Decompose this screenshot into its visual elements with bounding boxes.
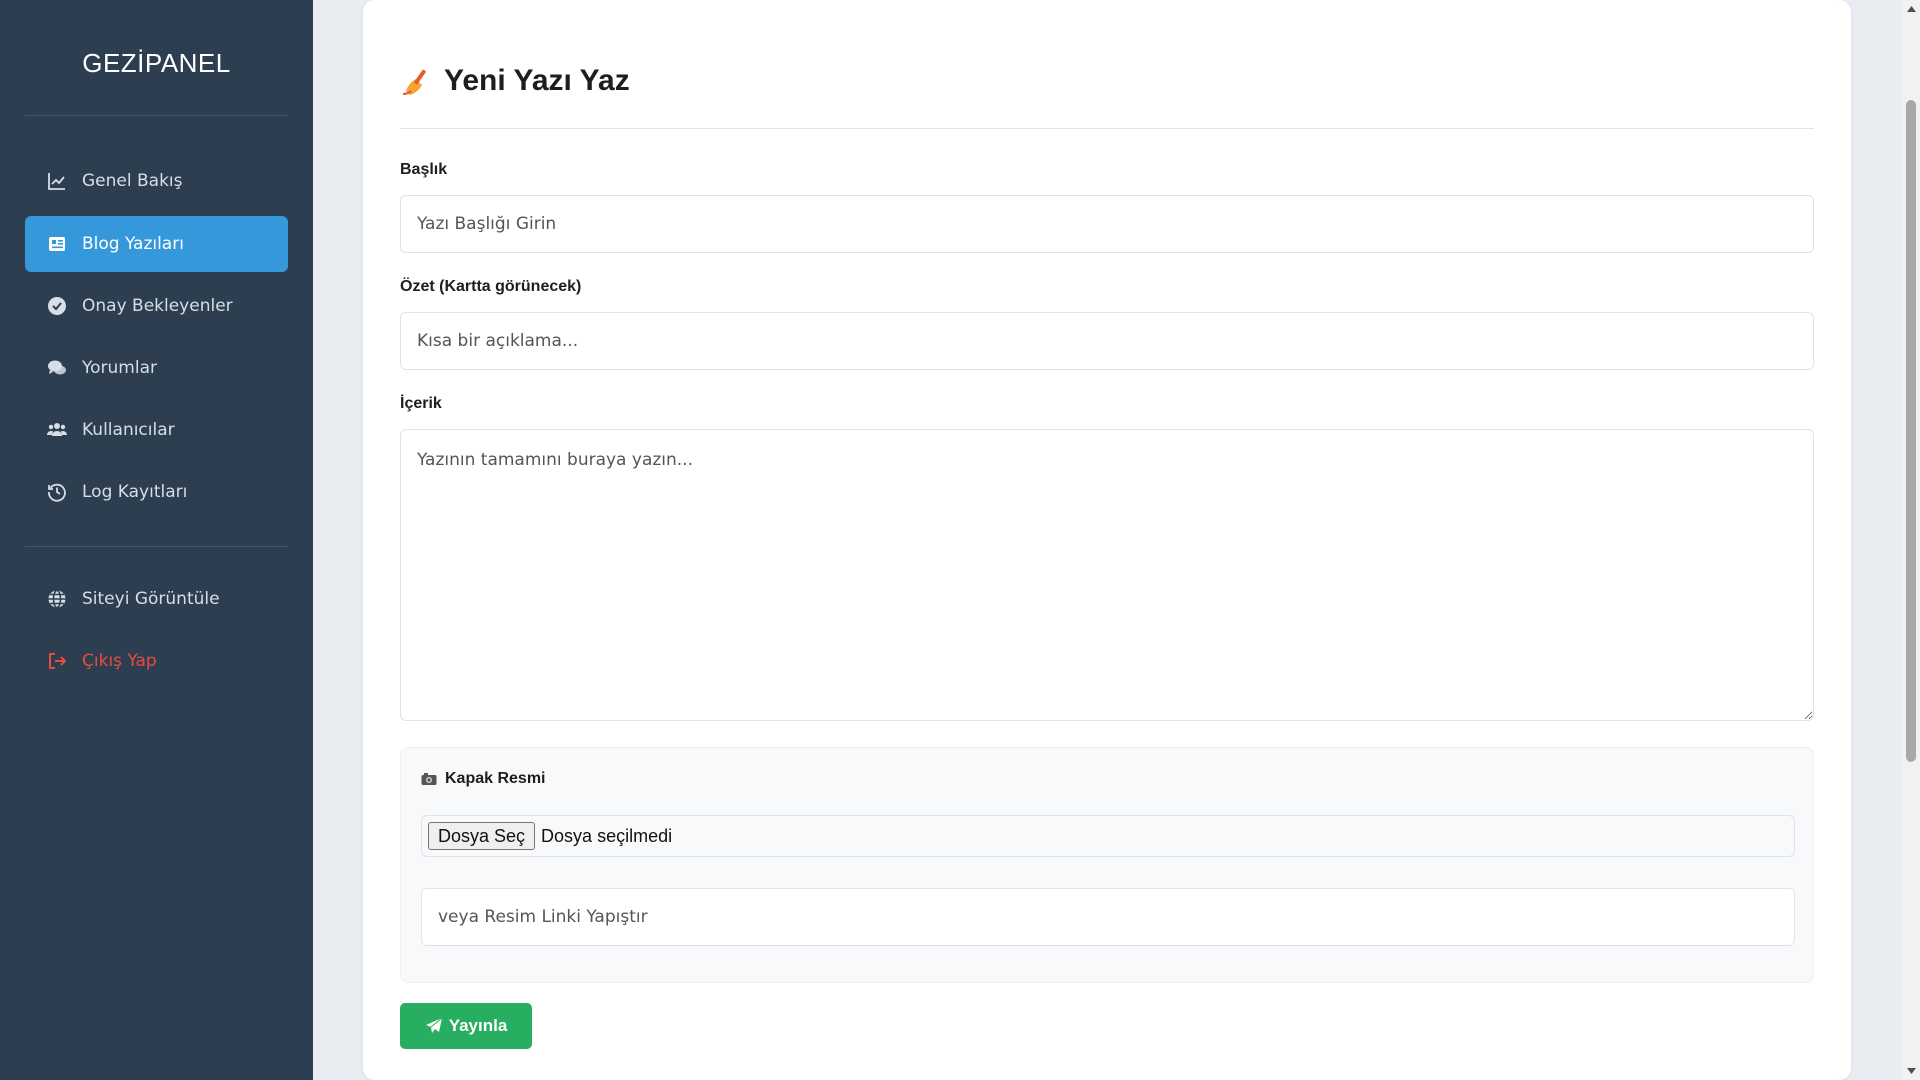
content-label: İçerik xyxy=(400,395,442,412)
summary-label: Özet (Kartta görünecek) xyxy=(400,278,582,295)
page-title-text: Yeni Yazı Yaz xyxy=(444,64,630,97)
sidebar-item-label: Çıkış Yap xyxy=(82,651,157,671)
publish-button[interactable]: Yayınla xyxy=(400,1003,532,1049)
sign-out-icon xyxy=(46,650,68,672)
image-url-input[interactable] xyxy=(421,888,1795,946)
file-input[interactable]: Dosya Seç Dosya seçilmedi xyxy=(421,815,1795,857)
sidebar-item-log-kayitlari[interactable]: Log Kayıtları xyxy=(25,464,288,520)
sidebar-item-siteyi-goruntule[interactable]: Siteyi Görüntüle xyxy=(25,571,288,627)
cover-image-label: Kapak Resmi xyxy=(421,770,546,788)
check-circle-icon xyxy=(46,295,68,317)
sidebar-item-label: Siteyi Görüntüle xyxy=(82,589,220,609)
scrollbar-thumb[interactable] xyxy=(1906,100,1916,762)
sidebar-item-label: Genel Bakış xyxy=(82,171,183,191)
content-textarea[interactable] xyxy=(400,429,1814,721)
camera-icon xyxy=(421,772,437,786)
title-label: Başlık xyxy=(400,161,448,178)
sidebar-item-yorumlar[interactable]: Yorumlar xyxy=(25,340,288,396)
globe-icon xyxy=(46,588,68,610)
sidebar-item-label: Onay Bekleyenler xyxy=(82,296,233,316)
sidebar-item-cikis-yap[interactable]: Çıkış Yap xyxy=(25,633,288,689)
cover-image-section: Kapak Resmi Dosya Seç Dosya seçilmedi xyxy=(400,747,1814,983)
publish-button-label: Yayınla xyxy=(448,1016,508,1035)
sidebar-item-onay-bekleyenler[interactable]: Onay Bekleyenler xyxy=(25,278,288,334)
sidebar-item-kullanicilar[interactable]: Kullanıcılar xyxy=(25,402,288,458)
title-divider xyxy=(400,128,1814,129)
comments-icon xyxy=(46,357,68,379)
history-icon xyxy=(46,481,68,503)
page-title: Yeni Yazı Yaz xyxy=(400,64,630,98)
file-status: Dosya seçilmedi xyxy=(541,825,673,846)
title-input[interactable] xyxy=(400,195,1814,253)
sidebar-divider xyxy=(25,546,288,547)
scroll-up-arrow-icon[interactable] xyxy=(1902,0,1920,18)
sidebar-item-label: Yorumlar xyxy=(82,358,157,378)
newspaper-icon xyxy=(46,233,68,255)
sidebar-item-genel-bakis[interactable]: Genel Bakış xyxy=(25,153,288,209)
summary-input[interactable] xyxy=(400,312,1814,370)
new-post-card: Yeni Yazı Yaz Başlık Özet (Kartta görüne… xyxy=(363,0,1851,1080)
page-scrollbar[interactable] xyxy=(1902,0,1920,1080)
brand-logo: GEZİPANEL xyxy=(82,48,231,78)
paper-plane-icon xyxy=(425,1017,443,1033)
sidebar-item-blog-yazilari[interactable]: Blog Yazıları xyxy=(25,216,288,272)
users-icon xyxy=(46,419,68,441)
cover-image-label-text: Kapak Resmi xyxy=(445,770,546,787)
sidebar: GEZİPANEL Genel Bakış Blog Yazıları Onay… xyxy=(0,0,313,1080)
choose-file-button[interactable]: Dosya Seç xyxy=(428,822,536,850)
sidebar-item-label: Kullanıcılar xyxy=(82,420,175,440)
scroll-down-arrow-icon[interactable] xyxy=(1902,1062,1920,1080)
sidebar-divider xyxy=(25,115,288,116)
chart-line-icon xyxy=(46,170,68,192)
sidebar-item-label: Blog Yazıları xyxy=(82,234,184,254)
sidebar-item-label: Log Kayıtları xyxy=(82,482,188,502)
writing-hand-icon xyxy=(400,65,432,97)
